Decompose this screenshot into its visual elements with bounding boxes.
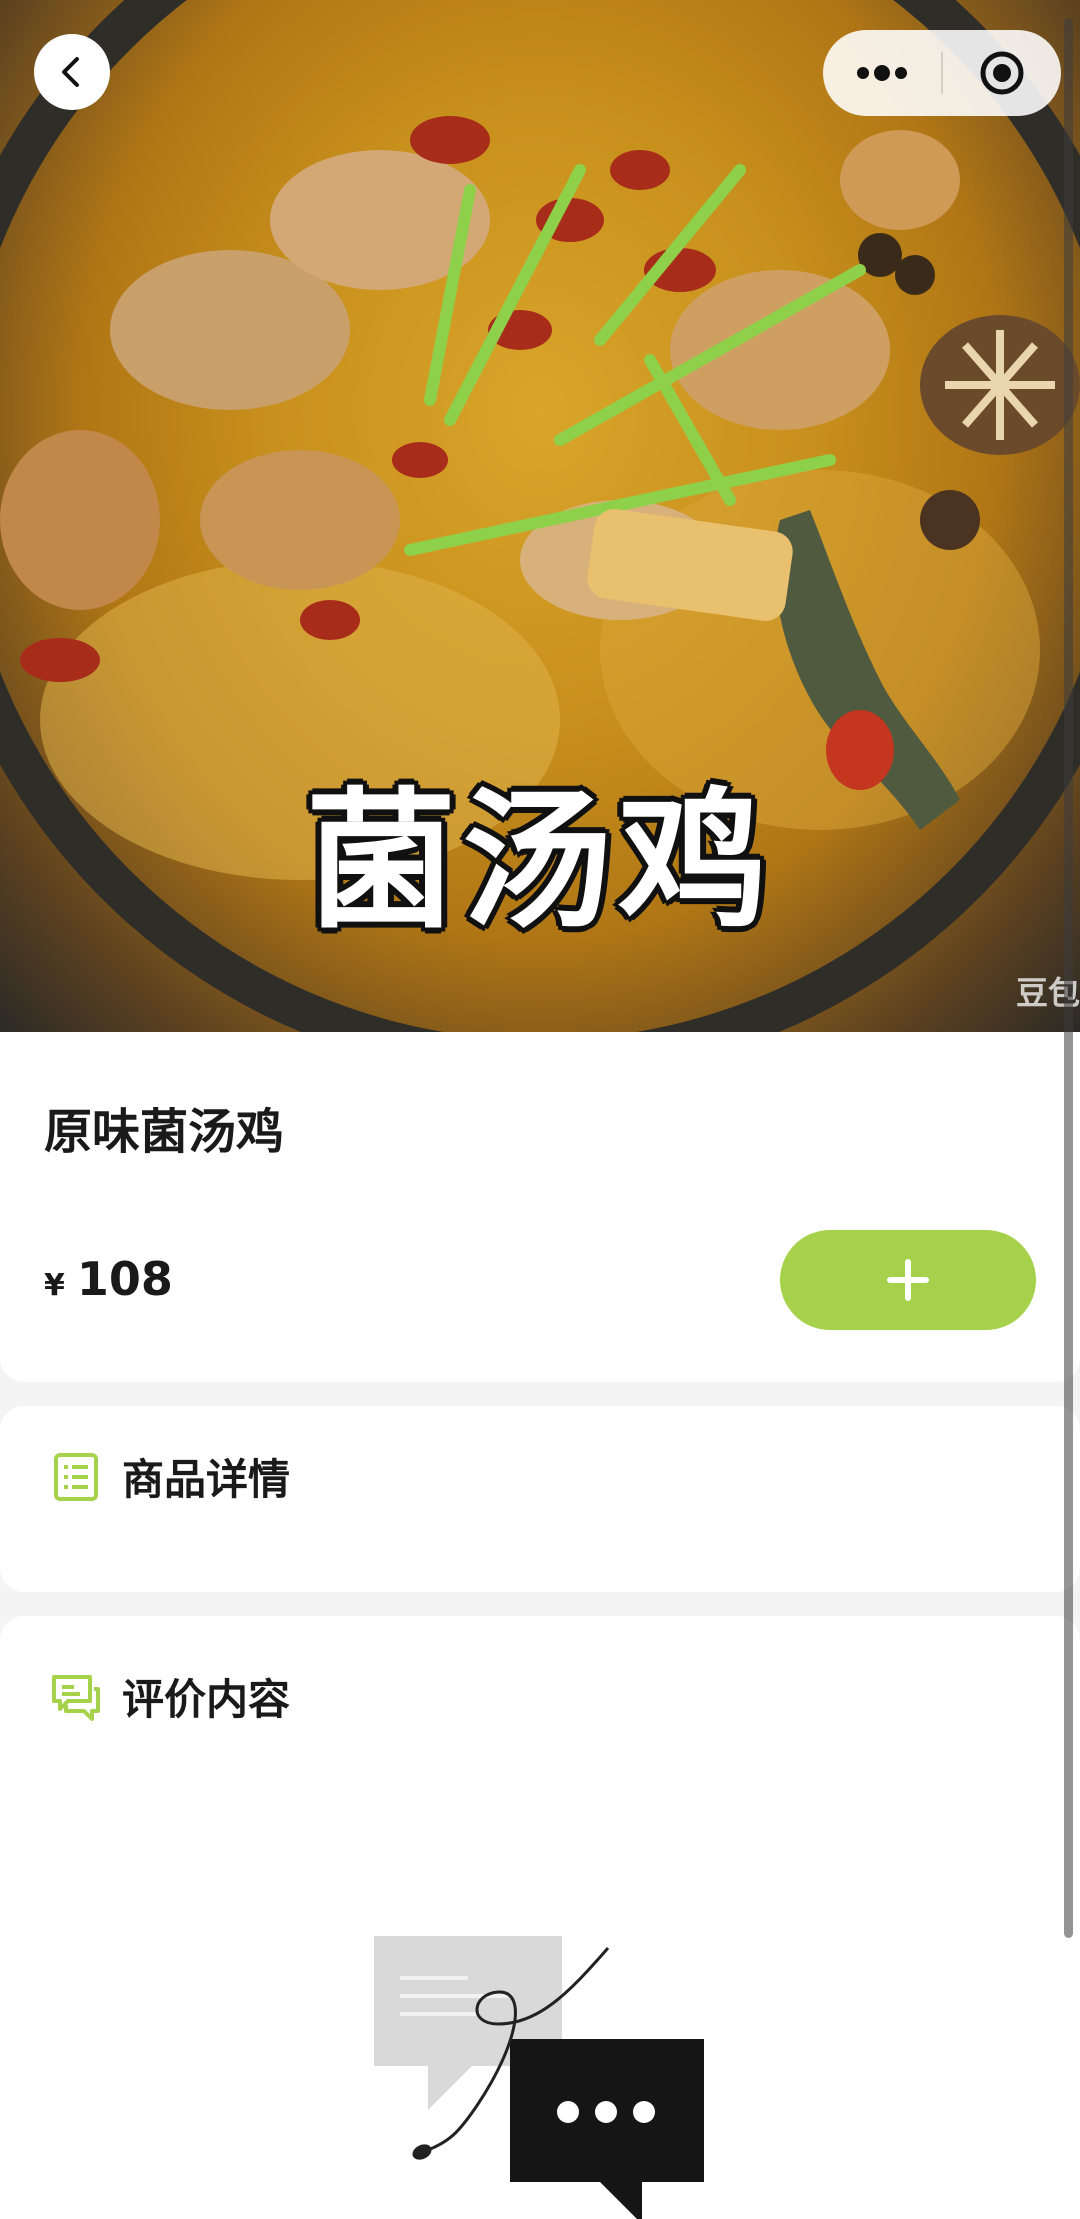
product-card: 原味菌汤鸡 ¥ 108 [0, 1032, 1080, 1382]
more-dots-icon [857, 65, 907, 81]
list-document-icon [54, 1452, 98, 1501]
chevron-left-icon [62, 57, 79, 87]
back-button[interactable] [34, 34, 110, 110]
product-detail-section: 商品详情 [0, 1406, 1080, 1592]
chat-bubbles-icon [52, 1674, 100, 1721]
review-section: 评价内容 [0, 1616, 1080, 2219]
detail-title: 商品详情 [122, 1455, 291, 1504]
plus-icon [887, 1259, 929, 1301]
target-circle-icon [980, 51, 1024, 95]
product-name: 原味菌汤鸡 [44, 1104, 285, 1160]
review-header: 评价内容 [50, 1666, 290, 1727]
detail-header: 商品详情 [50, 1446, 290, 1507]
review-title: 评价内容 [122, 1675, 291, 1724]
price-value: 108 [76, 1252, 173, 1306]
more-button[interactable] [823, 30, 941, 116]
close-miniprogram-button[interactable] [943, 30, 1061, 116]
miniprogram-capsule [823, 30, 1061, 116]
hero-title-overlay: 菌汤鸡 [305, 773, 774, 949]
currency-symbol: ¥ [44, 1268, 65, 1303]
hero-image: 菌汤鸡 豆包 [0, 0, 1080, 1032]
price-row: ¥ 108 [44, 1252, 173, 1306]
page: 菌汤鸡 豆包 原味菌汤鸡 ¥ 108 商品详情 评价内容 [0, 0, 1080, 2219]
empty-reviews-illustration [374, 1936, 704, 2219]
page-scrollbar[interactable] [1064, 18, 1073, 1938]
add-to-cart-button[interactable] [780, 1230, 1036, 1330]
